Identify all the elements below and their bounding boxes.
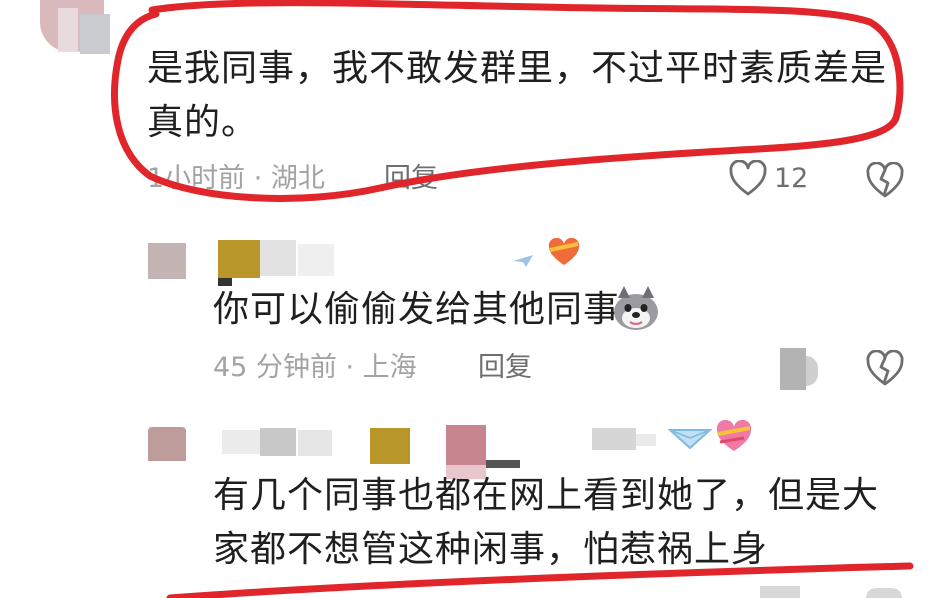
heart-badge-icon xyxy=(716,420,752,451)
paper-plane-badge-icon xyxy=(513,255,533,267)
broken-heart-icon[interactable] xyxy=(865,350,905,388)
comment-time-location: 1小时前 · 湖北 xyxy=(147,163,325,194)
comment-text: 有几个同事也都在网上看到她了，但是大家都不想管这种闲事，怕惹祸上身 xyxy=(213,475,880,570)
comment-text: 你可以偷偷发给其他同事 xyxy=(213,289,621,330)
broken-heart-icon[interactable] xyxy=(865,162,905,200)
diamond-badge-icon xyxy=(668,429,712,450)
comment-text: 是我同事，我不敢发群里，不过平时素质差是真的。 xyxy=(147,48,888,143)
comment-thread: 是我同事，我不敢发群里，不过平时素质差是真的。 1小时前 · 湖北 回复 12 xyxy=(0,0,944,598)
heart-outline-icon xyxy=(729,160,767,196)
comment-time-location: 45 分钟前 · 上海 xyxy=(213,352,417,383)
reply-button[interactable]: 回复 xyxy=(478,351,532,385)
like-count: 12 xyxy=(774,163,809,194)
like-button[interactable]: 12 xyxy=(728,160,808,198)
reply-button[interactable]: 回复 xyxy=(384,162,438,196)
doge-emoji-icon xyxy=(614,286,658,330)
heart-badge-icon xyxy=(548,238,580,265)
